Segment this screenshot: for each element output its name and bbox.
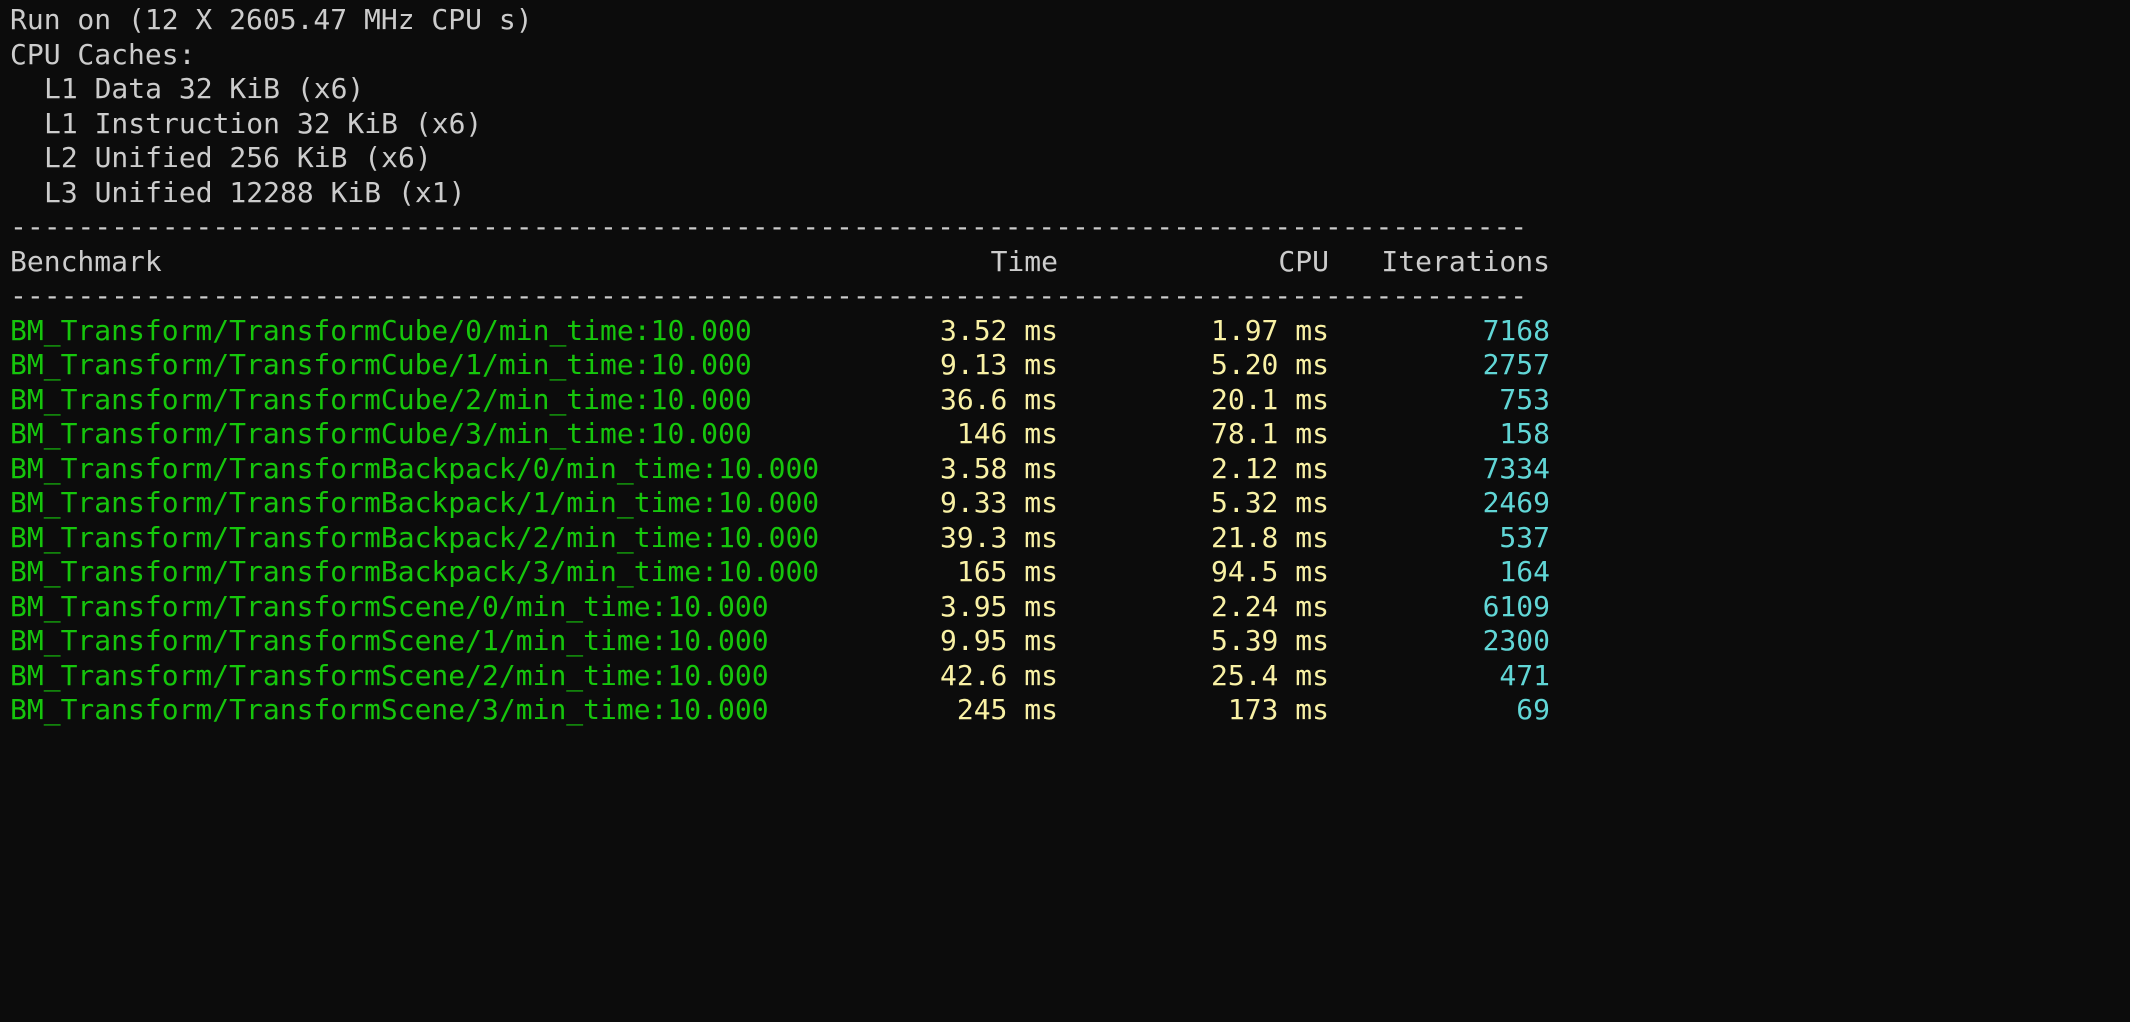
iterations-value: 2300 xyxy=(1482,624,1550,657)
table-row: BM_Transform/TransformScene/1/min_time:1… xyxy=(10,624,1550,659)
iterations-value: 7334 xyxy=(1482,451,1550,485)
cpu-value: 1.97 ms xyxy=(1210,313,1329,347)
table-row: BM_Transform/TransformCube/3/min_time:10… xyxy=(10,417,1550,452)
time-value: 9.95 ms xyxy=(939,624,1058,657)
cpu-value: 5.20 ms xyxy=(1210,348,1329,381)
header-time: Time xyxy=(990,244,1058,278)
benchmark-name: BM_Transform/TransformCube/2/min_time:10… xyxy=(10,382,752,416)
time-value: 9.13 ms xyxy=(939,348,1058,381)
separator-line: ----------------------------------------… xyxy=(10,210,1528,243)
cpu-value: 173 ms xyxy=(1227,693,1329,726)
cpu-caches-label: CPU Caches: xyxy=(10,37,196,71)
iterations-value: 537 xyxy=(1499,520,1550,554)
cache-line: L1 Instruction 32 KiB (x6) xyxy=(44,106,483,140)
table-row: BM_Transform/TransformBackpack/1/min_tim… xyxy=(10,486,1550,521)
time-value: 165 ms xyxy=(956,555,1058,588)
cpu-value: 94.5 ms xyxy=(1210,555,1329,588)
time-value: 3.52 ms xyxy=(939,313,1058,347)
iterations-value: 471 xyxy=(1499,658,1550,692)
table-row: BM_Transform/TransformScene/0/min_time:1… xyxy=(10,590,1550,625)
cache-line: L1 Data 32 KiB (x6) xyxy=(44,72,365,105)
cpu-value: 2.12 ms xyxy=(1210,451,1329,485)
benchmark-name: BM_Transform/TransformBackpack/1/min_tim… xyxy=(10,486,820,519)
run-on-line: Run on (12 X 2605.47 MHz CPU s) xyxy=(10,3,533,36)
header-cpu: CPU xyxy=(1278,244,1329,278)
benchmark-name: BM_Transform/TransformScene/1/min_time:1… xyxy=(10,624,769,657)
iterations-value: 69 xyxy=(1516,693,1550,726)
time-value: 146 ms xyxy=(956,417,1058,450)
time-value: 3.95 ms xyxy=(939,589,1058,623)
cpu-value: 5.39 ms xyxy=(1210,624,1329,657)
benchmark-name: BM_Transform/TransformScene/3/min_time:1… xyxy=(10,693,769,726)
table-row: BM_Transform/TransformBackpack/2/min_tim… xyxy=(10,521,1550,556)
cpu-value: 78.1 ms xyxy=(1210,417,1329,450)
table-row: BM_Transform/TransformScene/2/min_time:1… xyxy=(10,659,1550,694)
table-row: BM_Transform/TransformBackpack/3/min_tim… xyxy=(10,555,1550,590)
table-header: Benchmark Time CPU Iterations xyxy=(10,245,1550,280)
benchmark-name: BM_Transform/TransformScene/0/min_time:1… xyxy=(10,589,769,623)
iterations-value: 6109 xyxy=(1482,589,1550,623)
time-value: 3.58 ms xyxy=(939,451,1058,485)
iterations-value: 2469 xyxy=(1482,486,1550,519)
table-row: BM_Transform/TransformScene/3/min_time:1… xyxy=(10,693,1550,728)
cpu-value: 5.32 ms xyxy=(1210,486,1329,519)
separator-line: ----------------------------------------… xyxy=(10,279,1528,312)
iterations-value: 158 xyxy=(1499,417,1550,450)
iterations-value: 164 xyxy=(1499,555,1550,588)
table-row: BM_Transform/TransformBackpack/0/min_tim… xyxy=(10,452,1550,487)
table-row: BM_Transform/TransformCube/2/min_time:10… xyxy=(10,383,1550,418)
time-value: 36.6 ms xyxy=(939,382,1058,416)
benchmark-name: BM_Transform/TransformCube/3/min_time:10… xyxy=(10,417,752,450)
benchmark-name: BM_Transform/TransformBackpack/0/min_tim… xyxy=(10,451,820,485)
benchmark-name: BM_Transform/TransformBackpack/3/min_tim… xyxy=(10,555,820,588)
table-row: BM_Transform/TransformCube/0/min_time:10… xyxy=(10,314,1550,349)
time-value: 39.3 ms xyxy=(939,520,1058,554)
time-value: 245 ms xyxy=(956,693,1058,726)
cpu-value: 25.4 ms xyxy=(1210,658,1329,692)
time-value: 42.6 ms xyxy=(939,658,1058,692)
table-row: BM_Transform/TransformCube/1/min_time:10… xyxy=(10,348,1550,383)
cpu-value: 2.24 ms xyxy=(1210,589,1329,623)
terminal-output[interactable]: Run on (12 X 2605.47 MHz CPU s) CPU Cach… xyxy=(10,0,1550,752)
benchmark-name: BM_Transform/TransformCube/1/min_time:10… xyxy=(10,348,752,381)
iterations-value: 7168 xyxy=(1482,313,1550,347)
cpu-value: 21.8 ms xyxy=(1210,520,1329,554)
iterations-value: 2757 xyxy=(1482,348,1550,381)
header-benchmark: Benchmark xyxy=(10,244,162,278)
header-iterations: Iterations xyxy=(1381,244,1550,278)
cache-line: L2 Unified 256 KiB (x6) xyxy=(44,141,432,174)
benchmark-name: BM_Transform/TransformCube/0/min_time:10… xyxy=(10,313,752,347)
time-value: 9.33 ms xyxy=(939,486,1058,519)
iterations-value: 753 xyxy=(1499,382,1550,416)
benchmark-name: BM_Transform/TransformScene/2/min_time:1… xyxy=(10,658,769,692)
benchmark-name: BM_Transform/TransformBackpack/2/min_tim… xyxy=(10,520,820,554)
cpu-value: 20.1 ms xyxy=(1210,382,1329,416)
cache-line: L3 Unified 12288 KiB (x1) xyxy=(44,175,466,209)
